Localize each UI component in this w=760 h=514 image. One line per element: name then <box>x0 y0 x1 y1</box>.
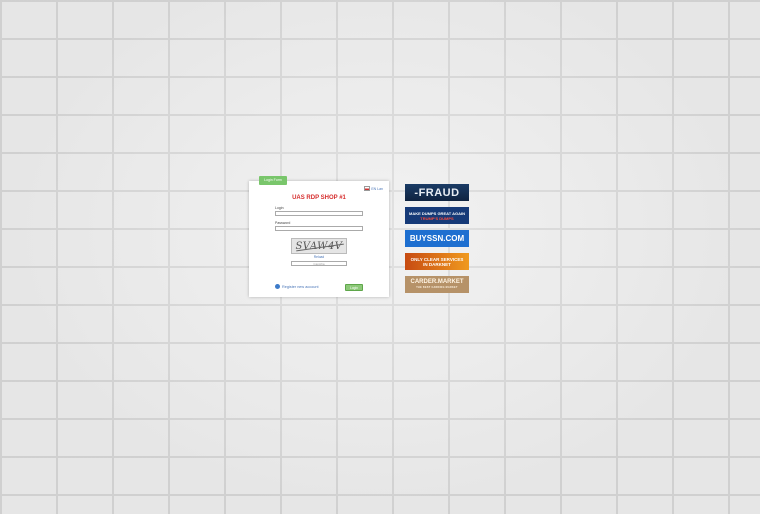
banner-fraud[interactable]: -FRAUD <box>405 184 469 201</box>
captcha-image: SVAW4V <box>291 238 347 254</box>
banner-carder-line2: THE BEST CARDING MARKET <box>416 285 458 289</box>
banner-buyssn[interactable]: BUYSSN.COM <box>405 230 469 247</box>
language-switcher[interactable]: EN Lan <box>364 186 383 191</box>
register-label: Register new account <box>282 284 319 289</box>
banner-buyssn-text: BUYSSN.COM <box>409 234 465 243</box>
login-button[interactable]: Login <box>345 284 363 291</box>
banner-fraud-text: -FRAUD <box>414 186 460 199</box>
login-label: Login <box>275 206 284 210</box>
login-input[interactable] <box>275 211 363 216</box>
banner-services-line2: IN DARKNET <box>423 261 451 267</box>
register-link[interactable]: Register new account <box>275 284 319 289</box>
login-panel: Login Form EN Lan UAS RDP SHOP #1 Login … <box>249 176 389 297</box>
shop-title: UAS RDP SHOP #1 <box>292 195 346 201</box>
banner-carder-market[interactable]: CARDER.MARKET THE BEST CARDING MARKET <box>405 276 469 293</box>
banner-trumps-dumps[interactable]: MAKE DUMPS GREAT AGAIN TRUMP'S DUMPS <box>405 207 469 224</box>
user-plus-icon <box>275 284 280 289</box>
captcha-reload-link[interactable]: Reload <box>249 255 389 259</box>
ad-banners: -FRAUD MAKE DUMPS GREAT AGAIN TRUMP'S DU… <box>405 184 469 299</box>
captcha-input[interactable]: Captcha <box>291 261 347 266</box>
password-input[interactable] <box>275 226 363 231</box>
banner-clear-services[interactable]: ONLY CLEAR SERVICES IN DARKNET <box>405 253 469 270</box>
language-label: EN Lan <box>371 186 383 191</box>
banner-dumps-line2: TRUMP'S DUMPS <box>420 215 454 221</box>
password-label: Password <box>275 221 291 225</box>
login-form-tab[interactable]: Login Form <box>259 176 287 185</box>
flag-icon <box>364 186 371 191</box>
